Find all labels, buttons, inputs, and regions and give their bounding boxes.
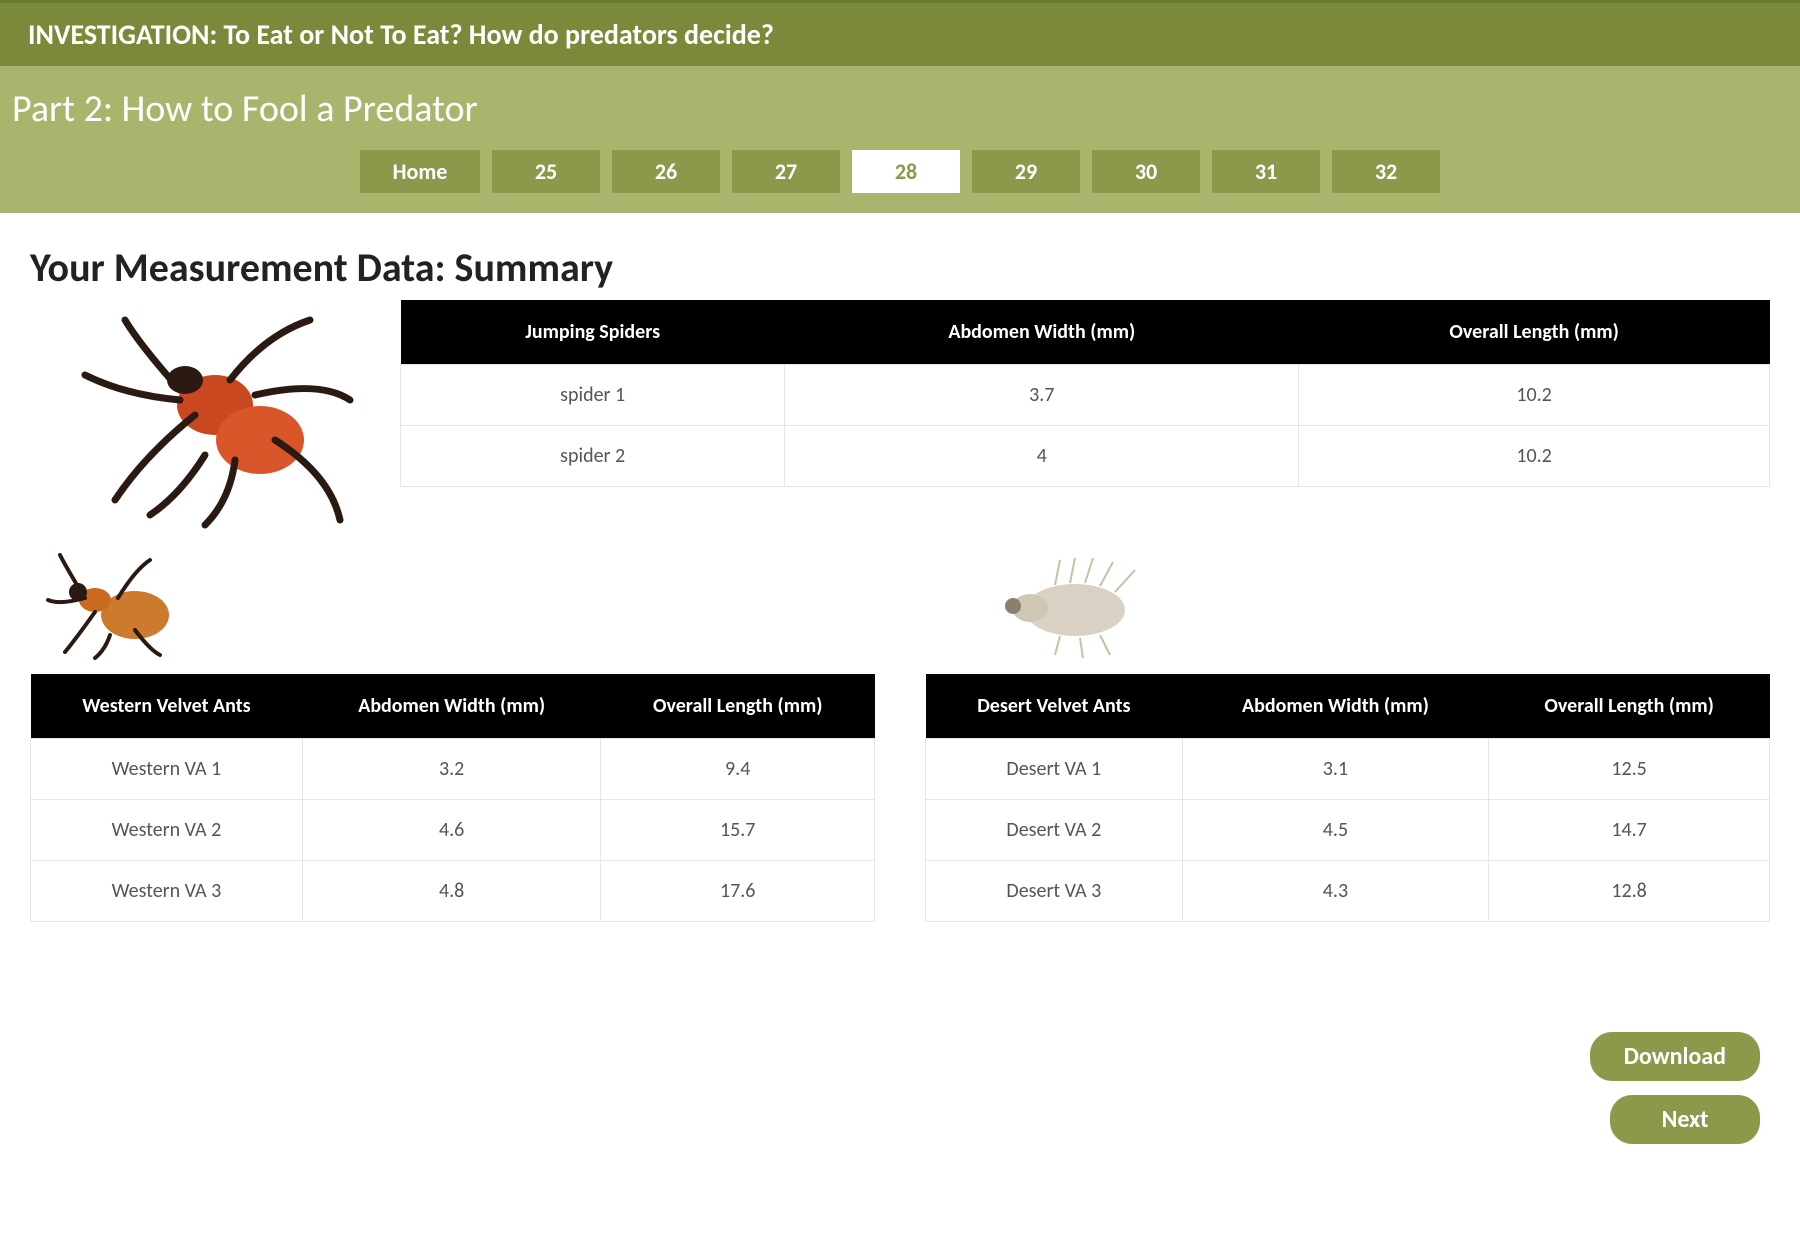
nav-page-31[interactable]: 31 [1212,150,1320,193]
table-row: spider 1 3.7 10.2 [401,365,1770,426]
download-button[interactable]: Download [1590,1032,1760,1081]
th-spiders-name: Jumping Spiders [401,300,785,365]
section-title: Your Measurement Data: Summary [30,243,1770,292]
footer-buttons: Download Next [0,922,1800,1184]
western-velvet-ant-image [40,550,200,660]
next-button[interactable]: Next [1610,1095,1760,1144]
nav-page-32[interactable]: 32 [1332,150,1440,193]
th-spiders-length: Overall Length (mm) [1299,300,1770,365]
desert-velvet-ant-image [965,550,1125,660]
nav-page-30[interactable]: 30 [1092,150,1200,193]
investigation-header: INVESTIGATION: To Eat or Not To Eat? How… [0,0,1800,66]
spiders-table: Jumping Spiders Abdomen Width (mm) Overa… [400,300,1770,487]
nav-page-25[interactable]: 25 [492,150,600,193]
table-row: Desert VA 3 4.3 12.8 [926,861,1770,922]
desert-table: Desert Velvet Ants Abdomen Width (mm) Ov… [925,674,1770,922]
jumping-spider-image [30,300,370,530]
nav-page-28[interactable]: 28 [852,150,960,193]
sub-header-bar: Part 2: How to Fool a Predator Home 25 2… [0,66,1800,213]
nav-page-27[interactable]: 27 [732,150,840,193]
table-row: Western VA 2 4.6 15.7 [31,800,875,861]
th-desert-name: Desert Velvet Ants [926,674,1183,739]
table-row: spider 2 4 10.2 [401,426,1770,487]
table-row: Western VA 1 3.2 9.4 [31,739,875,800]
th-desert-abdomen: Abdomen Width (mm) [1182,674,1488,739]
table-row: Western VA 3 4.8 17.6 [31,861,875,922]
table-row: Desert VA 2 4.5 14.7 [926,800,1770,861]
main-content: Your Measurement Data: Summary [0,213,1800,922]
part-title: Part 2: How to Fool a Predator [0,78,1800,150]
th-western-abdomen: Abdomen Width (mm) [302,674,601,739]
th-western-name: Western Velvet Ants [31,674,303,739]
western-table: Western Velvet Ants Abdomen Width (mm) O… [30,674,875,922]
th-western-length: Overall Length (mm) [601,674,875,739]
table-row: Desert VA 1 3.1 12.5 [926,739,1770,800]
nav-home[interactable]: Home [360,150,480,193]
page-nav: Home 25 26 27 28 29 30 31 32 [0,150,1800,213]
th-desert-length: Overall Length (mm) [1489,674,1770,739]
nav-page-26[interactable]: 26 [612,150,720,193]
nav-page-29[interactable]: 29 [972,150,1080,193]
th-spiders-abdomen: Abdomen Width (mm) [785,300,1299,365]
